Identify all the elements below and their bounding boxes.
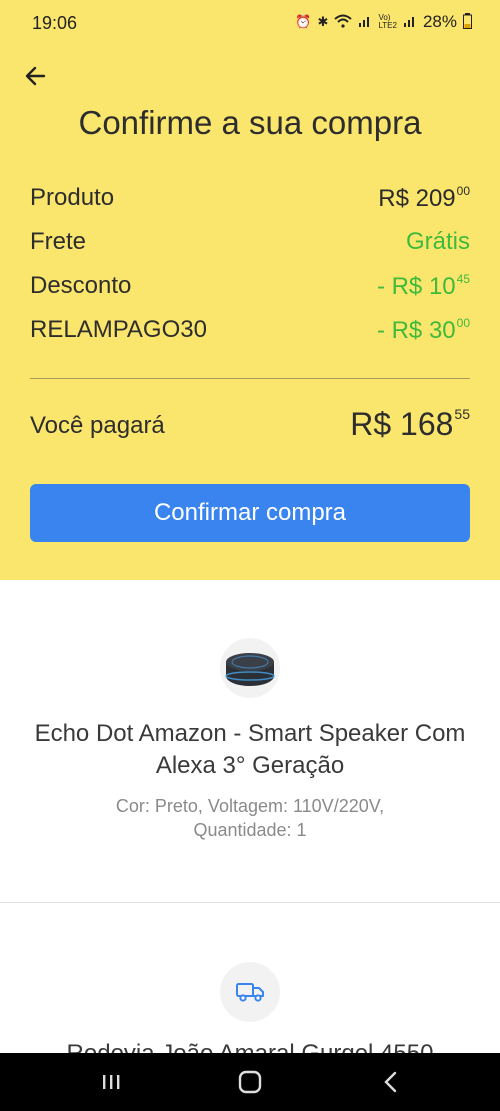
battery-icon [463, 12, 472, 32]
wifi-icon [334, 14, 353, 31]
row-label: Frete [30, 228, 87, 255]
row-value: - R$ 1045 [376, 272, 470, 300]
recent-apps-icon [103, 1075, 120, 1089]
arrow-left-icon [25, 66, 46, 86]
summary-row-product: Produto R$ 20900 [30, 184, 470, 218]
product-title: Echo Dot Amazon - Smart Speaker Com Alex… [34, 720, 466, 779]
row-value: - R$ 3000 [376, 316, 470, 344]
status-bar: 19:06 ⏰ ✱ Vo) LTE2 28% [0, 0, 500, 46]
shipping-address: Rodovia João Amaral Gurgel 4550 [66, 1040, 434, 1054]
total-value: R$ 16855 [350, 406, 470, 442]
status-icons: ⏰ ✱ Vo) LTE2 28% [295, 12, 472, 32]
summary-row-coupon: RELAMPAGO30 - R$ 3000 [30, 316, 470, 350]
summary-row-shipping: Frete Grátis [30, 228, 470, 262]
recent-apps-button[interactable] [96, 1067, 126, 1097]
chevron-left-icon [384, 1071, 397, 1093]
shipping-icon-badge [220, 962, 280, 1022]
product-image [220, 638, 280, 698]
truck-icon [236, 983, 264, 1002]
summary-divider [30, 378, 470, 379]
speaker-icon [225, 653, 275, 686]
signal-icon [358, 14, 372, 31]
page-title: Confirme a sua compra [78, 104, 422, 141]
battery-percent: 28% [422, 12, 457, 31]
back-button[interactable] [22, 62, 50, 90]
back-nav-button[interactable] [376, 1067, 406, 1097]
row-label: RELAMPAGO30 [30, 316, 207, 343]
alarm-icon: ⏰ [295, 14, 312, 29]
row-label: Produto [30, 184, 115, 211]
signal-icon-2 [403, 14, 417, 31]
row-value: Grátis [405, 228, 470, 255]
row-value: R$ 20900 [378, 184, 470, 212]
lte-icon: Vo) LTE2 [378, 13, 397, 30]
row-label: Desconto [30, 272, 132, 299]
status-time: 19:06 [32, 13, 78, 33]
confirm-purchase-button[interactable]: Confirmar compra [30, 484, 470, 542]
total-label: Você pagará [30, 412, 165, 439]
home-button[interactable] [235, 1067, 265, 1097]
system-nav-bar [0, 1053, 500, 1111]
section-divider [0, 902, 500, 903]
home-icon [238, 1070, 262, 1094]
bluetooth-icon: ✱ [317, 14, 329, 29]
product-meta: Cor: Preto, Voltagem: 110V/220V, Quantid… [115, 796, 385, 840]
summary-row-discount: Desconto - R$ 1045 [30, 272, 470, 306]
